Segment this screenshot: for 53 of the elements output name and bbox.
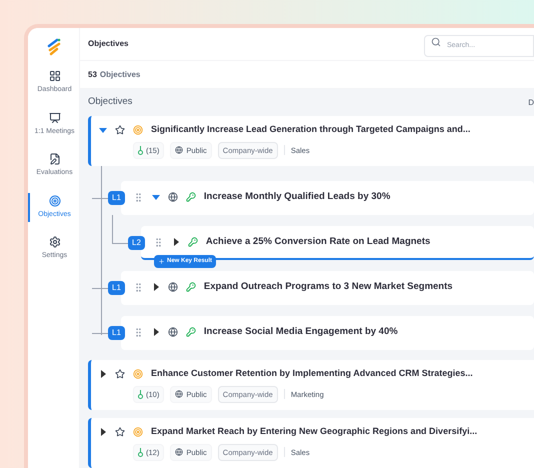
key-result-title[interactable]: Increase Monthly Qualified Leads by 30% <box>204 190 390 204</box>
grid-icon <box>48 70 60 82</box>
level-badge: L1 <box>108 191 125 205</box>
key-result-card[interactable]: Expand Outreach Programs to 3 New Market Segments <box>120 271 534 305</box>
caret-right-icon[interactable] <box>152 283 160 291</box>
caret-right-icon[interactable] <box>99 370 107 378</box>
objective-title[interactable]: Expand Market Reach by Entering New Geographic Regions and Diversifyi... <box>151 425 478 439</box>
key-result-card[interactable]: Increase Social Media Engagement by 40% <box>120 316 534 350</box>
globe-icon <box>175 448 184 456</box>
key-results-icon <box>138 146 143 155</box>
level-badge: L1 <box>108 281 125 295</box>
target-icon <box>133 368 143 379</box>
key-result-title[interactable]: Increase Social Media Engagement by 40% <box>204 324 398 340</box>
key-result-title[interactable]: Expand Outreach Programs to 3 New Market Segments <box>204 280 453 294</box>
target-icon <box>133 426 143 437</box>
key-icon <box>186 192 196 202</box>
page-title: Objectives <box>88 38 128 50</box>
key-result-title[interactable]: Achieve a 25% Conversion Rate on Lead Magnets <box>206 234 430 250</box>
key-icon <box>188 237 198 247</box>
pen-icon <box>48 153 60 165</box>
objectives-count-label: Objectives <box>100 68 140 80</box>
caret-down-icon[interactable] <box>99 126 107 134</box>
globe-icon <box>168 282 178 292</box>
globe-icon <box>168 192 178 202</box>
objectives-count: 53 <box>88 68 97 80</box>
target-icon <box>133 124 143 135</box>
objective-title[interactable]: Significantly Increase Lead Generation through Targeted Campaigns and... <box>151 123 470 137</box>
level-badge: L1 <box>108 326 125 340</box>
caret-right-icon[interactable] <box>172 238 180 246</box>
column-header: D <box>528 96 534 108</box>
globe-icon <box>175 146 184 154</box>
list-heading: Objectives <box>88 95 132 110</box>
key-result-card[interactable]: Increase Monthly Qualified Leads by 30% <box>120 181 534 215</box>
globe-icon <box>168 327 178 337</box>
caret-right-icon[interactable] <box>152 328 160 336</box>
key-icon <box>186 327 196 337</box>
search-icon <box>431 37 441 48</box>
caret-down-icon[interactable] <box>152 193 160 201</box>
logo-icon <box>46 38 60 56</box>
star-icon[interactable] <box>115 368 125 379</box>
monitor-icon <box>48 112 60 124</box>
key-icon <box>186 282 196 292</box>
objective-title[interactable]: Enhance Customer Retention by Implementing Advanced CRM Strategies... <box>151 367 473 381</box>
caret-right-icon[interactable] <box>99 428 107 436</box>
star-icon[interactable] <box>115 124 125 135</box>
settings-icon <box>48 236 60 248</box>
plus-icon <box>158 258 165 265</box>
level-badge: L2 <box>128 236 145 250</box>
star-icon[interactable] <box>115 426 125 437</box>
key-results-icon <box>138 448 143 457</box>
key-results-icon <box>138 390 143 399</box>
globe-icon <box>175 390 184 398</box>
target-icon <box>48 194 60 206</box>
